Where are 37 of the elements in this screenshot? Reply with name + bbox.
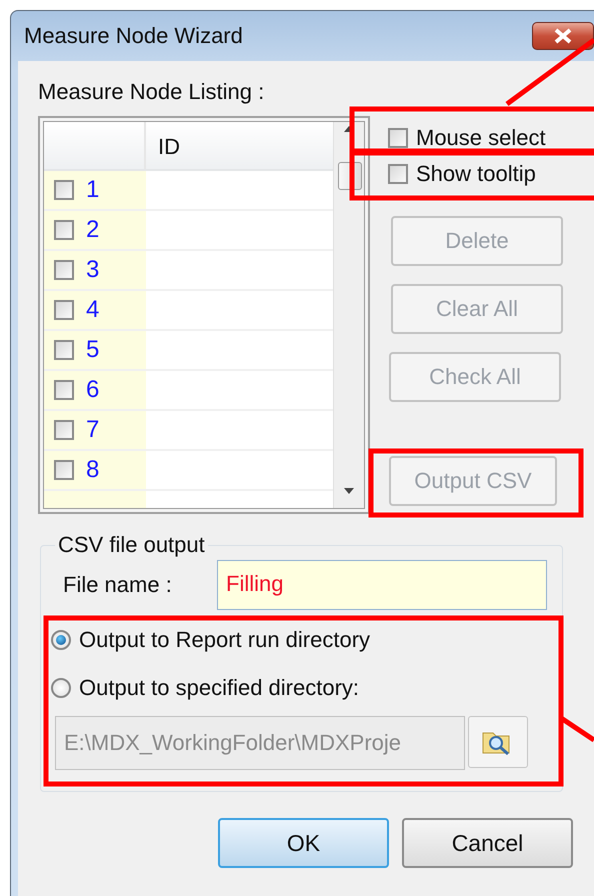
row-number: 6 xyxy=(86,376,100,404)
browse-button[interactable] xyxy=(468,716,528,768)
row-number: 1 xyxy=(86,176,100,204)
scroll-down-icon[interactable] xyxy=(344,488,354,494)
row-number: 5 xyxy=(86,336,100,364)
scrollbar[interactable] xyxy=(333,122,364,508)
radio-button[interactable] xyxy=(51,630,71,650)
group-title: CSV file output xyxy=(57,532,206,558)
row-number: 2 xyxy=(86,216,100,244)
checkbox[interactable] xyxy=(54,380,74,400)
checkbox[interactable] xyxy=(54,260,74,280)
checkbox[interactable] xyxy=(54,340,74,360)
checkbox-label: Mouse select xyxy=(416,125,546,151)
close-button[interactable] xyxy=(532,22,594,50)
row-number: 4 xyxy=(86,296,100,324)
checkbox[interactable] xyxy=(54,180,74,200)
field-label: File name : xyxy=(62,572,173,598)
column-header[interactable]: ID xyxy=(146,122,180,169)
checkbox-label: Show tooltip xyxy=(416,161,536,187)
row-number: 3 xyxy=(86,256,100,284)
checkbox[interactable] xyxy=(54,420,74,440)
radio-label: Output to specified directory: xyxy=(79,675,360,701)
radio-label: Output to Report run directory xyxy=(79,627,370,653)
dialog-button[interactable]: OK xyxy=(218,818,389,868)
file-name-field[interactable]: Filling xyxy=(217,560,547,610)
checkbox[interactable] xyxy=(54,460,74,480)
row-number: 7 xyxy=(86,416,100,444)
row-number: 8 xyxy=(86,456,100,484)
checkbox[interactable] xyxy=(388,164,408,184)
radio-button[interactable] xyxy=(51,678,71,698)
checkbox[interactable] xyxy=(388,128,408,148)
checkbox[interactable] xyxy=(54,300,74,320)
dialog-button[interactable]: Cancel xyxy=(402,818,573,868)
close-icon xyxy=(552,28,574,44)
section-label: Measure Node Listing : xyxy=(38,79,266,106)
checkbox[interactable] xyxy=(54,220,74,240)
window-title: Measure Node Wizard xyxy=(24,23,244,49)
